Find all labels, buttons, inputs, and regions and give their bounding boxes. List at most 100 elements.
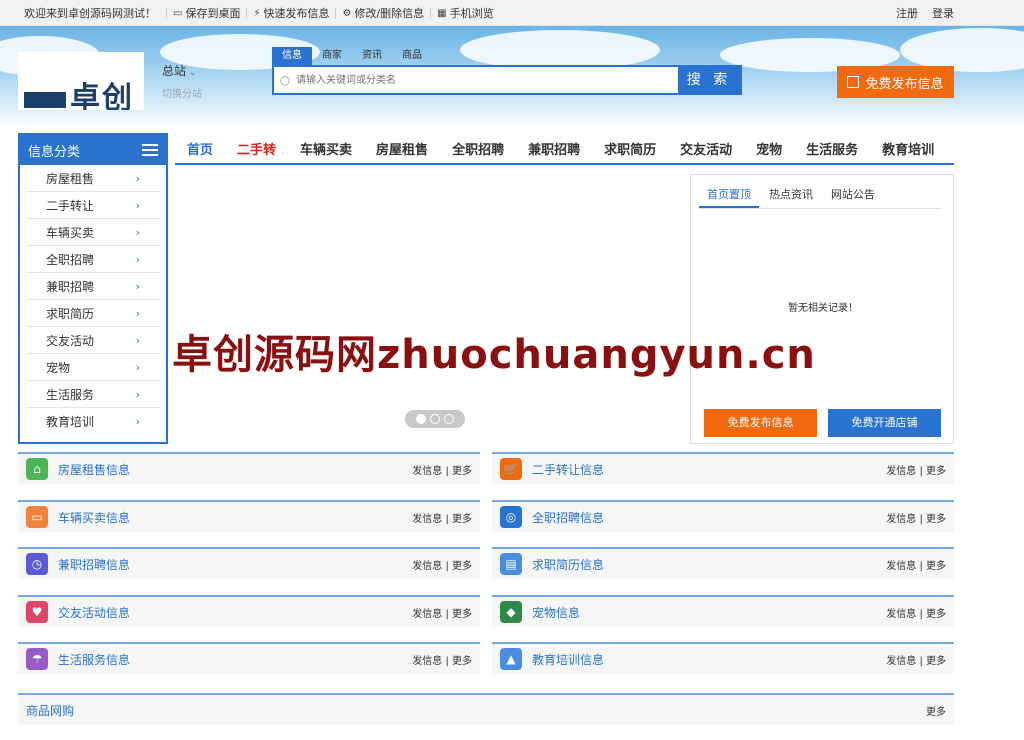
section-housing: ⌂ 房屋租售信息 发信息 | 更多 bbox=[18, 452, 480, 484]
section-actions[interactable]: 发信息 | 更多 bbox=[412, 510, 472, 525]
monitor-icon: ▭ bbox=[173, 7, 183, 19]
nav-housing[interactable]: 房屋租售 bbox=[364, 139, 440, 158]
tab-announcements[interactable]: 网站公告 bbox=[823, 183, 883, 208]
section-actions[interactable]: 发信息 | 更多 bbox=[412, 652, 472, 667]
person-search-icon: ◎ bbox=[500, 506, 522, 528]
section-fulltime: ◎ 全职招聘信息 发信息 | 更多 bbox=[492, 500, 954, 532]
search-tab-news[interactable]: 资讯 bbox=[352, 47, 392, 65]
switch-site-link[interactable]: 切换分站 bbox=[162, 85, 202, 100]
section-title[interactable]: 全职招聘信息 bbox=[532, 509, 604, 526]
nav-services[interactable]: 生活服务 bbox=[794, 139, 870, 158]
heart-icon: ♥ bbox=[26, 601, 48, 623]
section-title[interactable]: 宠物信息 bbox=[532, 604, 580, 621]
section-resume: ▤ 求职简历信息 发信息 | 更多 bbox=[492, 547, 954, 579]
free-post-button[interactable]: 免费发布信息 bbox=[837, 66, 954, 98]
slider-dots[interactable] bbox=[405, 410, 465, 428]
list-icon bbox=[142, 141, 158, 159]
category-title: 信息分类 bbox=[28, 144, 81, 160]
section-title[interactable]: 生活服务信息 bbox=[58, 651, 130, 668]
category-item-secondhand[interactable]: 二手转让 › bbox=[26, 192, 160, 219]
goods-more-link[interactable]: 更多 bbox=[926, 703, 946, 718]
section-title[interactable]: 兼职招聘信息 bbox=[58, 556, 130, 573]
section-services: ☂ 生活服务信息 发信息 | 更多 bbox=[18, 642, 480, 674]
welcome-text: 欢迎来到卓创源码网测试！ bbox=[24, 7, 156, 20]
section-title[interactable]: 房屋租售信息 bbox=[58, 461, 130, 478]
register-link[interactable]: 注册 bbox=[896, 5, 918, 21]
nav-resume[interactable]: 求职简历 bbox=[592, 139, 668, 158]
main-nav: 首页 二手转 车辆买卖 房屋租售 全职招聘 兼职招聘 求职简历 交友活动 宠物 … bbox=[175, 133, 954, 165]
section-education: ▲ 教育培训信息 发信息 | 更多 bbox=[492, 642, 954, 674]
category-item-fulltime[interactable]: 全职招聘 › bbox=[26, 246, 160, 273]
section-title[interactable]: 二手转让信息 bbox=[532, 461, 604, 478]
slider-dot[interactable] bbox=[416, 414, 426, 424]
site-switcher[interactable]: 总站 ⌄ 切换分站 bbox=[162, 62, 202, 100]
car-icon: ▭ bbox=[26, 506, 48, 528]
category-item-vehicles[interactable]: 车辆买卖 › bbox=[26, 219, 160, 246]
category-item-housing[interactable]: 房屋租售 › bbox=[26, 165, 160, 192]
section-title[interactable]: 车辆买卖信息 bbox=[58, 509, 130, 526]
house-icon: ⌂ bbox=[26, 458, 48, 480]
login-link[interactable]: 登录 bbox=[932, 5, 954, 21]
panel-post-button[interactable]: 免费发布信息 bbox=[704, 409, 817, 437]
search-tab-goods[interactable]: 商品 bbox=[392, 47, 432, 65]
section-title[interactable]: 交友活动信息 bbox=[58, 604, 130, 621]
section-actions[interactable]: 发信息 | 更多 bbox=[886, 605, 946, 620]
dog-icon: ◆ bbox=[500, 601, 522, 623]
edit-icon bbox=[847, 76, 860, 88]
graduation-cap-icon: ▲ bbox=[500, 648, 522, 670]
watermark: 卓创源码网zhuochuangyun.cn bbox=[172, 332, 816, 378]
search-tab-info[interactable]: 信息 bbox=[272, 47, 312, 65]
nav-pets[interactable]: 宠物 bbox=[744, 139, 794, 158]
chevron-right-icon: › bbox=[135, 360, 140, 374]
nav-vehicles[interactable]: 车辆买卖 bbox=[288, 139, 364, 158]
lightning-icon: ⚡ bbox=[253, 7, 261, 19]
category-item-resume[interactable]: 求职简历 › bbox=[26, 300, 160, 327]
banner-slider[interactable] bbox=[175, 168, 685, 438]
section-title[interactable]: 求职简历信息 bbox=[532, 556, 604, 573]
section-title[interactable]: 教育培训信息 bbox=[532, 651, 604, 668]
edit-delete-link[interactable]: ⚙ 修改/删除信息 bbox=[335, 7, 430, 19]
category-item-social[interactable]: 交友活动 › bbox=[26, 327, 160, 354]
section-actions[interactable]: 发信息 | 更多 bbox=[886, 652, 946, 667]
section-actions[interactable]: 发信息 | 更多 bbox=[886, 557, 946, 572]
search-button[interactable]: 搜 索 bbox=[678, 67, 740, 93]
mobile-browse-link[interactable]: ▦ 手机浏览 bbox=[430, 7, 499, 19]
umbrella-icon: ☂ bbox=[26, 648, 48, 670]
search-input[interactable] bbox=[296, 67, 678, 93]
search-tab-merchant[interactable]: 商家 bbox=[312, 47, 352, 65]
quick-post-link[interactable]: ⚡ 快速发布信息 bbox=[246, 7, 335, 19]
chevron-right-icon: › bbox=[135, 333, 140, 347]
section-actions[interactable]: 发信息 | 更多 bbox=[886, 462, 946, 477]
chevron-right-icon: › bbox=[135, 306, 140, 320]
section-actions[interactable]: 发信息 | 更多 bbox=[412, 605, 472, 620]
chevron-down-icon: ⌄ bbox=[186, 68, 197, 78]
save-to-desktop-link[interactable]: ▭ 保存到桌面 bbox=[166, 7, 246, 19]
section-actions[interactable]: 发信息 | 更多 bbox=[412, 557, 472, 572]
cart-icon: 🛒 bbox=[500, 458, 522, 480]
tab-top-posts[interactable]: 首页置顶 bbox=[699, 183, 759, 208]
nav-parttime[interactable]: 兼职招聘 bbox=[516, 139, 592, 158]
category-item-pets[interactable]: 宠物 › bbox=[26, 354, 160, 381]
panel-open-shop-button[interactable]: 免费开通店铺 bbox=[828, 409, 941, 437]
site-logo[interactable]: 卓创 bbox=[18, 52, 144, 110]
section-actions[interactable]: 发信息 | 更多 bbox=[412, 462, 472, 477]
nav-education[interactable]: 教育培训 bbox=[870, 139, 946, 158]
section-actions[interactable]: 发信息 | 更多 bbox=[886, 510, 946, 525]
info-panel: 首页置顶 热点资讯 网站公告 暂无相关记录！ 免费发布信息 免费开通店铺 bbox=[690, 174, 954, 444]
goods-title[interactable]: 商品网购 bbox=[26, 702, 74, 719]
nav-fulltime[interactable]: 全职招聘 bbox=[440, 139, 516, 158]
category-item-parttime[interactable]: 兼职招聘 › bbox=[26, 273, 160, 300]
slider-dot[interactable] bbox=[444, 414, 454, 424]
nav-secondhand[interactable]: 二手转 bbox=[225, 139, 288, 158]
chevron-right-icon: › bbox=[135, 171, 140, 185]
category-item-education[interactable]: 教育培训 › bbox=[26, 408, 160, 435]
chevron-right-icon: › bbox=[135, 387, 140, 401]
site-name: 总站 bbox=[162, 64, 187, 78]
slider-dot[interactable] bbox=[430, 414, 440, 424]
tab-hot-news[interactable]: 热点资讯 bbox=[761, 183, 821, 208]
category-item-services[interactable]: 生活服务 › bbox=[26, 381, 160, 408]
nav-social[interactable]: 交友活动 bbox=[668, 139, 744, 158]
nav-home[interactable]: 首页 bbox=[175, 139, 225, 158]
gear-icon: ⚙ bbox=[342, 7, 352, 19]
chevron-right-icon: › bbox=[135, 252, 140, 266]
